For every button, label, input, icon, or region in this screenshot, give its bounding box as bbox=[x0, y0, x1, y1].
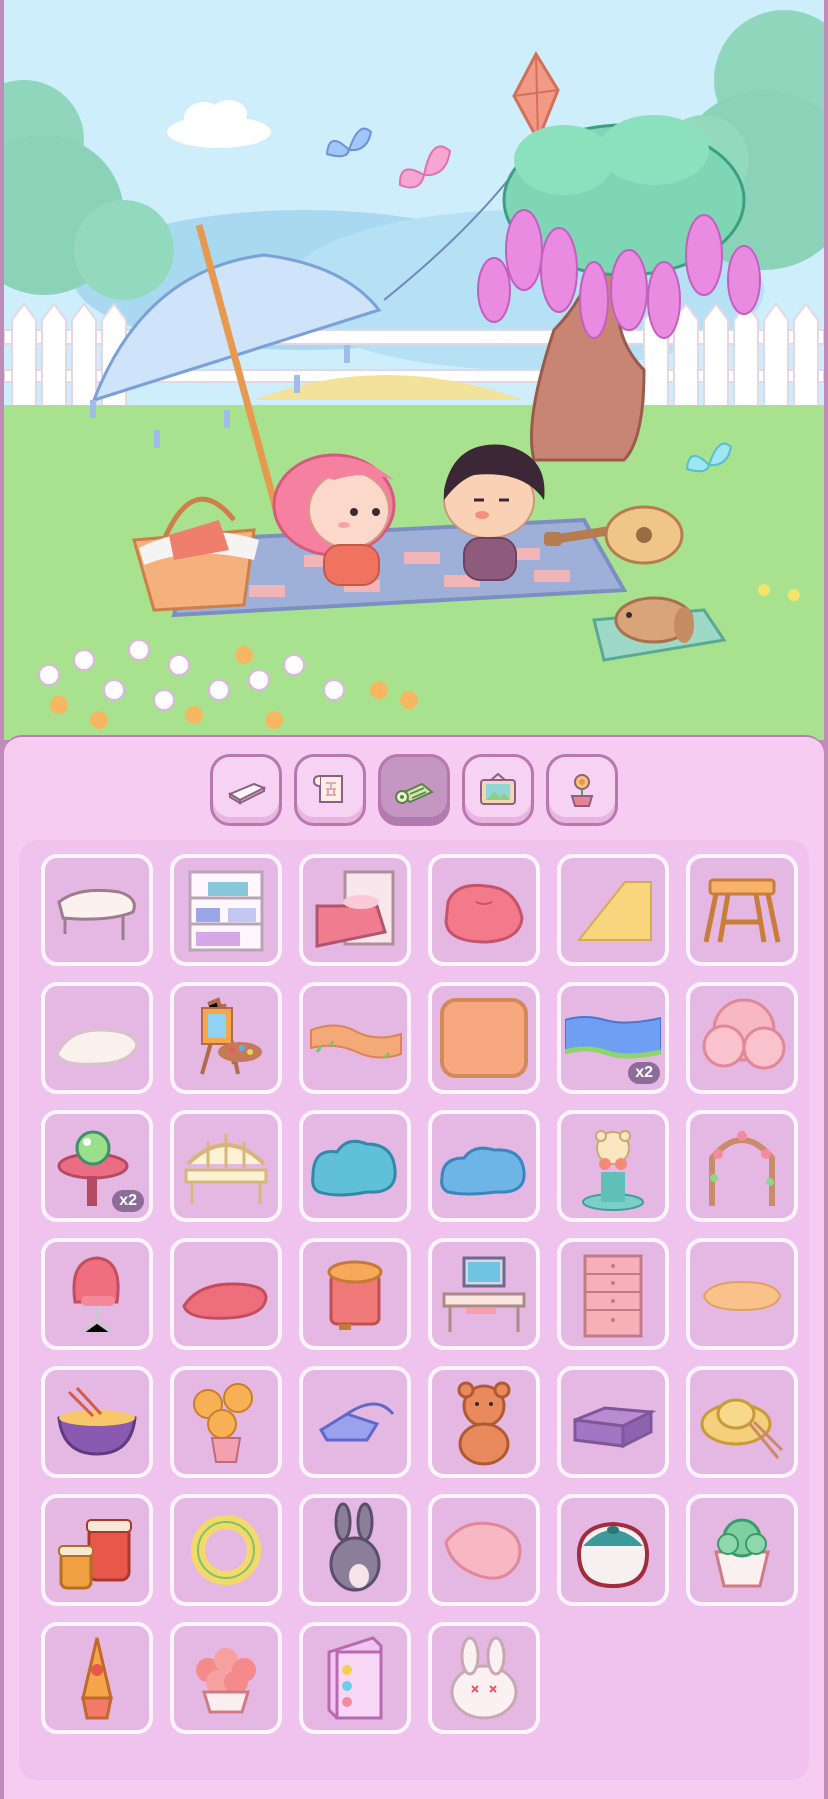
lava-lamp-icon bbox=[81, 1637, 113, 1720]
flower-pot-icon bbox=[570, 774, 594, 807]
purple-box-icon bbox=[573, 1406, 657, 1449]
dirt-path-icon bbox=[310, 1024, 402, 1059]
item-slot-painting-easel[interactable] bbox=[170, 982, 282, 1094]
straw-hat-icon bbox=[700, 1398, 784, 1459]
item-slot-sunflower-vase[interactable] bbox=[170, 1366, 282, 1478]
tab-wallpaper[interactable] bbox=[294, 754, 366, 826]
blue-bush-icon bbox=[311, 1139, 397, 1197]
grey-bunny-icon bbox=[329, 1502, 381, 1592]
jam-jars-icon bbox=[58, 1519, 132, 1590]
item-grid: x2 x2 bbox=[19, 840, 809, 1780]
rug-roll-icon bbox=[395, 782, 434, 804]
tab-decor[interactable] bbox=[462, 754, 534, 826]
orange-rug-icon bbox=[440, 998, 528, 1078]
teddy-bear-icon bbox=[457, 1381, 511, 1466]
item-slot-blue-bush[interactable] bbox=[299, 1110, 411, 1222]
tab-floor[interactable] bbox=[210, 754, 282, 826]
room-scene[interactable] bbox=[4, 0, 824, 740]
item-slot-bookshelf[interactable] bbox=[170, 854, 282, 966]
yellow-rug-icon bbox=[576, 881, 652, 941]
round-table-icon bbox=[57, 888, 136, 940]
noodle-bowl-icon bbox=[57, 1386, 137, 1456]
item-slot-flower-arch[interactable] bbox=[686, 1110, 798, 1222]
pink-bed-icon bbox=[315, 870, 395, 948]
item-slot-pink-drawers[interactable] bbox=[557, 1238, 669, 1350]
item-slot-succulent-pot[interactable] bbox=[686, 1494, 798, 1606]
item-slot-blue-hedge[interactable] bbox=[428, 1110, 540, 1222]
pink-blanket-icon bbox=[444, 1521, 522, 1580]
peach-flower-rug-icon bbox=[702, 1280, 782, 1312]
item-slot-bean-bag[interactable] bbox=[428, 854, 540, 966]
item-slot-pink-shaggy-rug[interactable] bbox=[170, 1238, 282, 1350]
item-slot-water-pond[interactable]: x2 bbox=[557, 982, 669, 1094]
tab-rugs[interactable] bbox=[378, 754, 450, 826]
sunflower-vase-icon bbox=[193, 1383, 253, 1463]
item-slot-bear-fountain[interactable] bbox=[557, 1110, 669, 1222]
picnic-table-icon bbox=[703, 878, 781, 943]
bear-fountain-icon bbox=[582, 1130, 644, 1211]
item-slot-round-table[interactable] bbox=[41, 854, 153, 966]
category-tabs bbox=[4, 754, 824, 826]
bean-bag-icon bbox=[444, 883, 524, 944]
item-slot-blue-pouch[interactable] bbox=[299, 1366, 411, 1478]
item-slot-straw-hat[interactable] bbox=[686, 1366, 798, 1478]
item-slot-crystal-ball-table[interactable]: x2 bbox=[41, 1110, 153, 1222]
item-slot-white-fluffy-rug[interactable] bbox=[41, 982, 153, 1094]
egg-chair-icon bbox=[72, 1256, 120, 1334]
white-fluffy-rug-icon bbox=[55, 1028, 139, 1066]
painting-easel-icon bbox=[200, 997, 262, 1075]
item-slot-egg-chair[interactable] bbox=[41, 1238, 153, 1350]
item-slot-pink-blanket[interactable] bbox=[428, 1494, 540, 1606]
wallpaper-icon bbox=[312, 775, 343, 803]
item-slot-glass-display-case[interactable] bbox=[299, 1622, 411, 1734]
pink-drawers-icon bbox=[583, 1254, 643, 1338]
item-slot-trash-bin[interactable] bbox=[299, 1238, 411, 1350]
blue-pouch-icon bbox=[318, 1402, 395, 1442]
quantity-badge: x2 bbox=[628, 1062, 660, 1084]
flower-arch-icon bbox=[709, 1131, 775, 1206]
item-slot-lava-lamp[interactable] bbox=[41, 1622, 153, 1734]
quantity-badge: x2 bbox=[112, 1190, 144, 1212]
pink-shaggy-rug-icon bbox=[182, 1282, 268, 1320]
item-slot-peach-flower-rug[interactable] bbox=[686, 1238, 798, 1350]
white-bunny-plush-icon bbox=[450, 1636, 518, 1720]
item-slot-rice-cooker[interactable] bbox=[557, 1494, 669, 1606]
tab-plants[interactable] bbox=[546, 754, 618, 826]
item-slot-dirt-path[interactable] bbox=[299, 982, 411, 1094]
item-slot-noodle-bowl[interactable] bbox=[41, 1366, 153, 1478]
rice-cooker-icon bbox=[576, 1521, 650, 1589]
flower-wreath-icon bbox=[191, 1515, 261, 1585]
succulent-pot-icon bbox=[714, 1518, 770, 1588]
item-slot-grey-bunny[interactable] bbox=[299, 1494, 411, 1606]
bookshelf-icon bbox=[188, 870, 264, 952]
inventory-panel: x2 x2 bbox=[4, 735, 824, 1799]
item-slot-computer-desk[interactable] bbox=[428, 1238, 540, 1350]
item-slot-pink-tree[interactable] bbox=[686, 982, 798, 1094]
garden-bench-icon bbox=[184, 1134, 268, 1204]
item-slot-yellow-rug[interactable] bbox=[557, 854, 669, 966]
item-slot-teddy-bear[interactable] bbox=[428, 1366, 540, 1478]
item-slot-orange-rug[interactable] bbox=[428, 982, 540, 1094]
coral-flower-pot-icon bbox=[196, 1648, 256, 1714]
item-slot-coral-flower-pot[interactable] bbox=[170, 1622, 282, 1734]
item-slot-flower-wreath[interactable] bbox=[170, 1494, 282, 1606]
item-slot-picnic-table[interactable] bbox=[686, 854, 798, 966]
item-slot-pink-bed[interactable] bbox=[299, 854, 411, 966]
item-slot-jam-jars[interactable] bbox=[41, 1494, 153, 1606]
floor-tile-icon bbox=[227, 782, 267, 805]
blue-hedge-icon bbox=[440, 1146, 526, 1196]
trash-bin-icon bbox=[327, 1260, 383, 1330]
computer-desk-icon bbox=[442, 1256, 526, 1332]
pink-tree-icon bbox=[702, 998, 786, 1070]
item-slot-garden-bench[interactable] bbox=[170, 1110, 282, 1222]
glass-display-case-icon bbox=[327, 1636, 383, 1720]
item-slot-purple-box[interactable] bbox=[557, 1366, 669, 1478]
item-slot-white-bunny-plush[interactable] bbox=[428, 1622, 540, 1734]
picture-frame-icon bbox=[480, 772, 516, 805]
